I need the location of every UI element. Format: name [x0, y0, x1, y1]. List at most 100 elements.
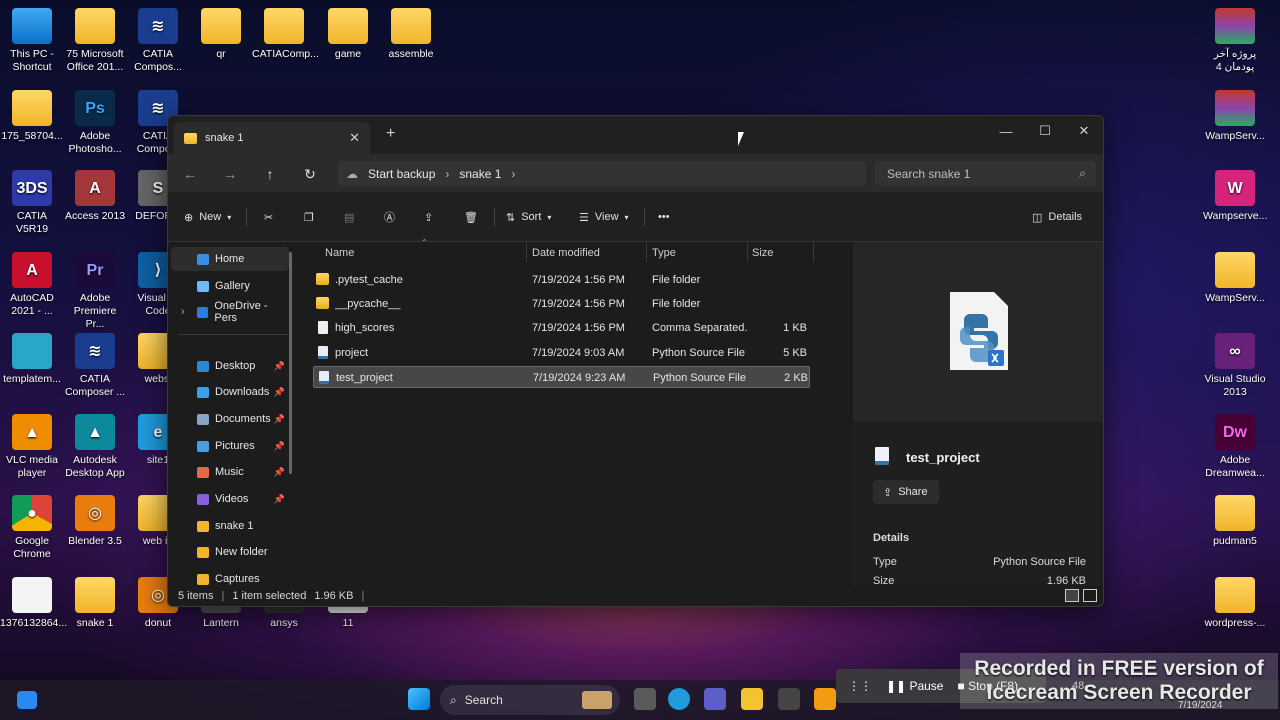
- up-button[interactable]: ↑: [260, 164, 280, 184]
- desktop-icon[interactable]: WampServ...: [1203, 252, 1267, 305]
- nav-item[interactable]: Videos 📌: [171, 487, 289, 511]
- desktop-icon[interactable]: 3DS CATIA V5R19: [0, 170, 64, 236]
- back-button[interactable]: ←: [180, 164, 200, 184]
- forward-button[interactable]: →: [220, 164, 240, 184]
- desktop-icon[interactable]: Ps Adobe Photosho...: [63, 90, 127, 156]
- nav-item[interactable]: Home: [171, 247, 289, 271]
- column-header-name[interactable]: Name: [325, 242, 354, 264]
- rename-button[interactable]: Ⓐ: [384, 206, 395, 228]
- drag-handle-icon[interactable]: ⋮⋮: [848, 679, 872, 693]
- windows-start-icon[interactable]: [408, 688, 430, 710]
- edge-taskbar-icon[interactable]: [668, 688, 690, 710]
- copy-button[interactable]: ❐: [304, 206, 314, 228]
- desktop-icon[interactable]: game: [316, 8, 380, 61]
- column-divider[interactable]: [747, 242, 748, 262]
- share-button[interactable]: ⇪: [424, 206, 433, 228]
- pause-button[interactable]: ❚❚ Pause: [886, 679, 943, 693]
- desktop-icon[interactable]: ≋ CATIA Compos...: [126, 8, 190, 74]
- cut-button[interactable]: ✂: [264, 206, 273, 228]
- column-header-size[interactable]: Size: [752, 242, 773, 264]
- delete-button[interactable]: 🗑: [464, 206, 478, 228]
- nav-item[interactable]: Gallery: [171, 274, 289, 298]
- desktop-icon[interactable]: ● Google Chrome: [0, 495, 64, 561]
- close-tab-icon[interactable]: ✕: [349, 130, 360, 146]
- file-row[interactable]: project 7/19/2024 9:03 AM Python Source Fi…: [313, 342, 810, 364]
- desktop-icon[interactable]: A AutoCAD 2021 - ...: [0, 252, 64, 318]
- desktop-icon[interactable]: CATIAComp...: [252, 8, 319, 61]
- close-window-button[interactable]: ✕: [1065, 120, 1103, 142]
- nav-scrollbar[interactable]: [289, 252, 292, 474]
- desktop-icon[interactable]: This PC - Shortcut: [0, 8, 64, 74]
- view-button[interactable]: ☰ View ▾: [579, 206, 629, 228]
- nav-item[interactable]: Pictures 📌: [171, 434, 289, 458]
- details-pane-button[interactable]: ◫ Details: [1032, 206, 1082, 228]
- csv-file-icon: [318, 321, 328, 334]
- details-view-icon[interactable]: [1065, 589, 1079, 602]
- desktop-icon[interactable]: W Wampserve...: [1203, 170, 1267, 223]
- column-divider[interactable]: [646, 242, 647, 262]
- desktop-icon[interactable]: ≋ CATIA Composer ...: [63, 333, 127, 399]
- teams-taskbar-icon[interactable]: [704, 688, 726, 710]
- more-options-button[interactable]: •••: [658, 206, 670, 228]
- paste-button[interactable]: ▤: [344, 206, 354, 228]
- file-row[interactable]: __pycache__ 7/19/2024 1:56 PM File folder: [313, 293, 810, 315]
- taskbar-date[interactable]: 7/19/2024: [1178, 700, 1223, 711]
- desktop-icon[interactable]: 75 Microsoft Office 201...: [63, 8, 127, 74]
- file-row[interactable]: high_scores 7/19/2024 1:56 PM Comma Separa…: [313, 317, 810, 339]
- recorder-taskbar-icon[interactable]: [814, 688, 836, 710]
- widgets-icon[interactable]: [17, 691, 37, 709]
- desktop-icon[interactable]: pudman5: [1203, 495, 1267, 548]
- maximize-button[interactable]: ☐: [1026, 120, 1064, 142]
- tab-snake-1[interactable]: snake 1 ✕: [174, 122, 370, 154]
- title-bar: snake 1 ✕ + — ☐ ✕: [168, 116, 1103, 154]
- breadcrumb-chevron-icon[interactable]: ›: [511, 167, 515, 181]
- desktop-icon[interactable]: ∞ Visual Studio 2013: [1203, 333, 1267, 399]
- desktop-icon[interactable]: templatem...: [0, 333, 64, 386]
- share-button-details[interactable]: ⇪ Share: [873, 480, 939, 504]
- desktop-icon[interactable]: wordpress-...: [1203, 577, 1267, 630]
- desktop-icon[interactable]: Pr Adobe Premiere Pr...: [63, 252, 127, 331]
- new-tab-button[interactable]: +: [386, 125, 395, 143]
- desktop-icon[interactable]: A Access 2013: [63, 170, 127, 223]
- desktop-icon[interactable]: پروژه آخر پودمان 4: [1203, 8, 1267, 74]
- new-button[interactable]: ⊕ New ▾: [184, 206, 231, 228]
- nav-item[interactable]: Documents 📌: [171, 407, 289, 431]
- tiles-view-icon[interactable]: [1083, 589, 1097, 602]
- expand-chevron-icon[interactable]: ›: [181, 306, 185, 318]
- task-view-icon[interactable]: [634, 688, 656, 710]
- desktop-icon[interactable]: Dw Adobe Dreamwea...: [1203, 414, 1267, 480]
- refresh-button[interactable]: ↻: [300, 164, 320, 184]
- store-taskbar-icon[interactable]: [778, 688, 800, 710]
- file-explorer-taskbar-icon[interactable]: [741, 688, 763, 710]
- desktop-icon[interactable]: ▲ VLC media player: [0, 414, 64, 480]
- search-input[interactable]: Search snake 1 ⌕: [875, 161, 1096, 186]
- column-divider[interactable]: [526, 242, 527, 262]
- nav-item[interactable]: OneDrive - Pers ›: [171, 300, 289, 324]
- column-header-type[interactable]: Type: [652, 242, 676, 264]
- desktop-icon[interactable]: ◎ Blender 3.5: [63, 495, 127, 548]
- nav-item[interactable]: Desktop 📌: [171, 354, 289, 378]
- desktop-icon[interactable]: 1376132864...: [0, 577, 67, 630]
- file-row[interactable]: .pytest_cache 7/19/2024 1:56 PM File folde…: [313, 269, 810, 291]
- column-header-date[interactable]: Date modified: [532, 242, 600, 264]
- address-bar[interactable]: ☁ Start backup › snake 1 ›: [338, 161, 866, 186]
- navigation-bar: ← → ↑ ↻ ☁ Start backup › snake 1 › Searc…: [168, 154, 1103, 192]
- sort-button[interactable]: ⇅ Sort ▾: [506, 206, 551, 228]
- nav-item[interactable]: Music 📌: [171, 460, 289, 484]
- minimize-button[interactable]: —: [987, 120, 1025, 142]
- file-row[interactable]: test_project 7/19/2024 9:23 AM Python Sour…: [313, 366, 810, 388]
- desktop-icon[interactable]: WampServ...: [1203, 90, 1267, 143]
- desktop-icon[interactable]: qr: [189, 8, 253, 61]
- desktop-icon[interactable]: ▲ Autodesk Desktop App: [63, 414, 127, 480]
- breadcrumb-snake-1[interactable]: snake 1: [459, 167, 501, 181]
- column-divider[interactable]: [813, 242, 814, 262]
- taskbar-search[interactable]: ⌕ Search: [440, 685, 620, 715]
- desktop-icon[interactable]: snake 1: [63, 577, 127, 630]
- breadcrumb-start-backup[interactable]: Start backup: [368, 167, 435, 181]
- desktop-icon-label: donut: [144, 617, 172, 629]
- nav-item[interactable]: Downloads 📌: [171, 380, 289, 404]
- nav-item[interactable]: New folder: [171, 540, 289, 564]
- desktop-icon[interactable]: assemble: [379, 8, 443, 61]
- nav-item[interactable]: snake 1: [171, 514, 289, 538]
- desktop-icon[interactable]: 175_58704...: [0, 90, 64, 143]
